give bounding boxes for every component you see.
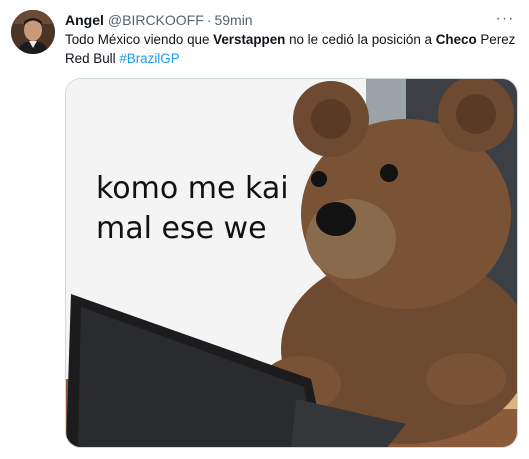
tweet-text: Todo México viendo que Verstappen no le … [65,30,520,68]
tweet-text-bold: Verstappen [213,32,286,47]
author-handle[interactable]: @BIRCKOOFF [108,12,204,28]
meme-illustration [66,79,517,447]
meme-caption: komo me kai mal ese we [96,169,289,249]
tweet[interactable]: Angel @BIRCKOOFF · 59min ··· Todo México… [0,0,529,459]
header-separator: · [206,12,212,28]
meme-caption-line: mal ese we [96,211,267,246]
tweet-media-image[interactable]: komo me kai mal ese we [65,78,518,448]
tweet-text-part: no le cedió la posición a [285,32,436,47]
tweet-text-part: Red Bull [65,51,120,66]
hashtag-link[interactable]: #BrazilGP [119,51,179,66]
tweet-text-part: Perez [476,32,516,47]
more-dots-icon[interactable]: ··· [495,9,515,29]
tweet-text-part: Todo México viendo que [65,32,214,47]
author-name[interactable]: Angel [65,12,104,28]
tweet-header: Angel @BIRCKOOFF · 59min [65,10,253,30]
tweet-timestamp[interactable]: 59min [214,12,252,28]
tweet-text-bold: Checo [435,32,477,47]
avatar[interactable] [11,10,55,54]
meme-caption-line: komo me kai [96,171,289,206]
